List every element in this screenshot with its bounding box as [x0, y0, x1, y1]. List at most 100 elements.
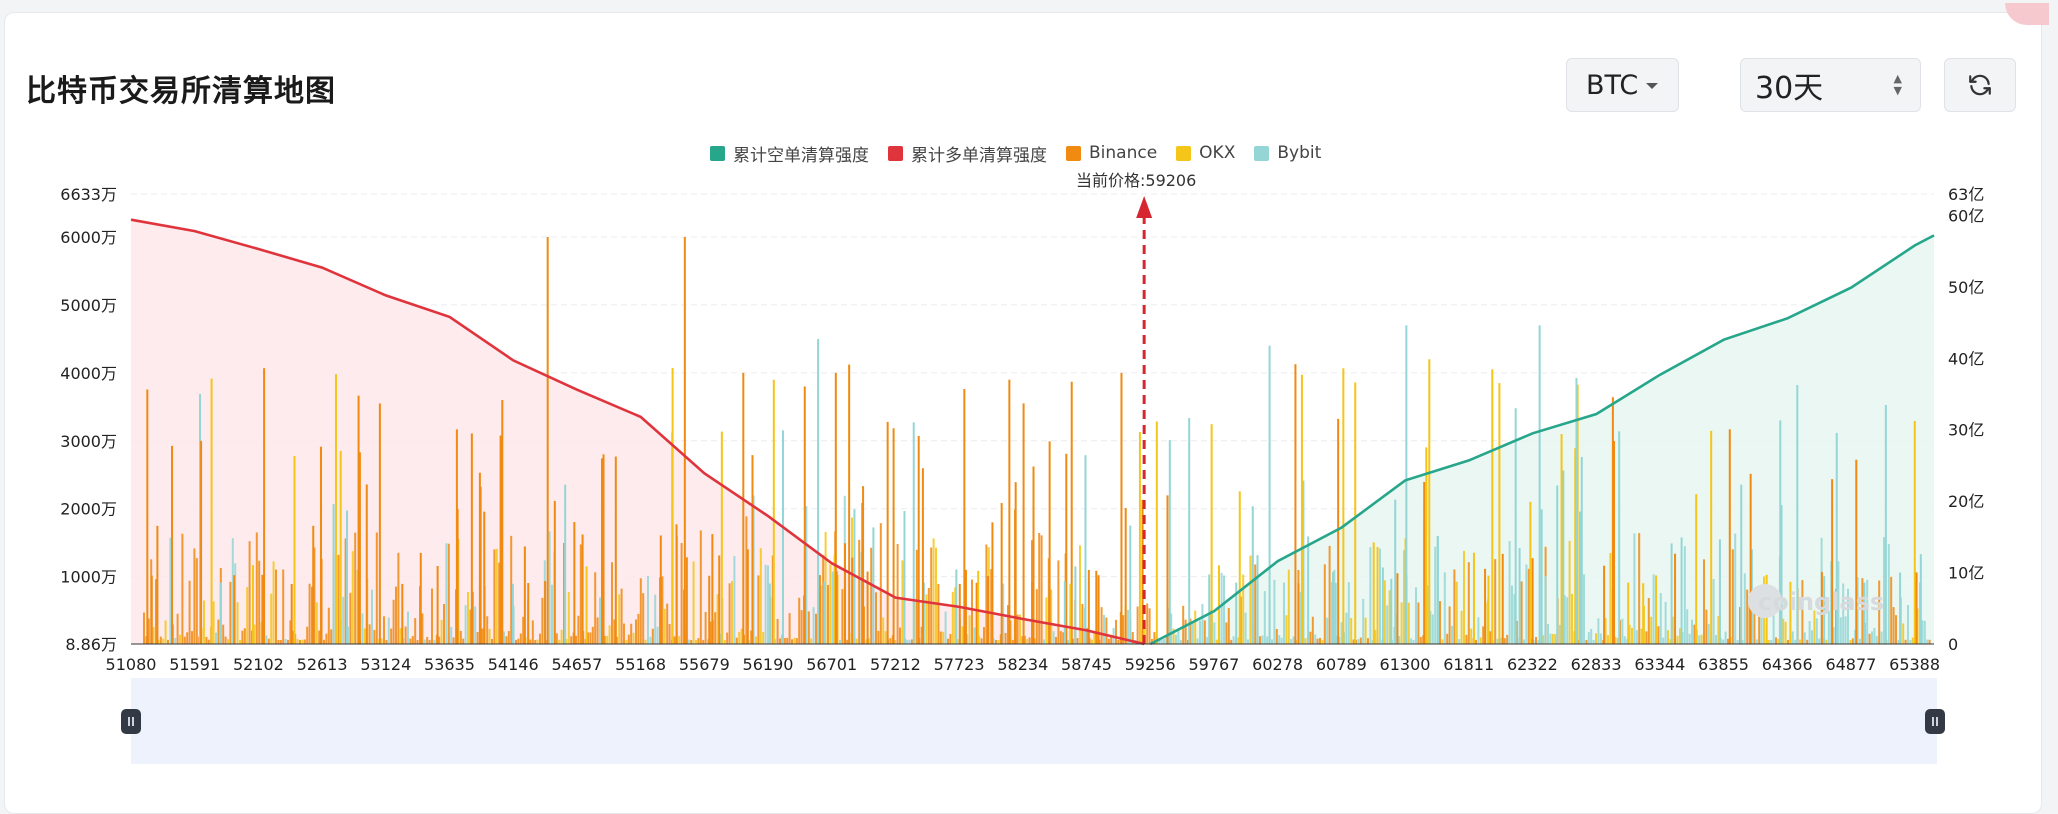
- liquidation-bar: [548, 531, 551, 644]
- liquidation-bar: [656, 626, 659, 644]
- liquidation-bar: [663, 608, 666, 644]
- liquidation-bar: [1398, 636, 1401, 644]
- liquidation-bar: [156, 525, 159, 644]
- liquidation-bar: [1913, 421, 1916, 644]
- liquidation-bar: [1904, 639, 1907, 644]
- liquidation-bar: [181, 533, 184, 644]
- liquidation-bar: [312, 525, 315, 644]
- liquidation-bar: [1376, 546, 1379, 644]
- x-tick-label: 59256: [1125, 655, 1176, 674]
- liquidation-bar: [265, 635, 268, 644]
- liquidation-bar: [1667, 630, 1669, 644]
- liquidation-bar: [1045, 597, 1048, 644]
- liquidation-bar: [1518, 547, 1521, 644]
- liquidation-bar: [1691, 619, 1693, 644]
- liquidation-bar: [932, 538, 935, 644]
- zoom-slider-track[interactable]: [131, 678, 1937, 764]
- liquidation-bar: [493, 549, 496, 644]
- liquidation-bar: [150, 575, 153, 644]
- liquidation-bar: [423, 639, 426, 644]
- current-price-arrow: [1136, 196, 1153, 218]
- liquidation-bar: [1217, 565, 1220, 644]
- liquidation-bar: [892, 428, 895, 644]
- liquidation-bar: [488, 628, 491, 644]
- liquidation-bar: [1703, 559, 1705, 644]
- liquidation-bar: [1873, 627, 1876, 644]
- liquidation-bar: [783, 637, 786, 644]
- liquidation-bar: [215, 632, 217, 644]
- liquidation-bar: [1191, 623, 1194, 644]
- liquidation-bar: [1184, 619, 1187, 644]
- liquidation-bar: [1662, 637, 1665, 644]
- liquidation-bar: [1031, 581, 1034, 644]
- liquidation-bar: [1911, 637, 1914, 644]
- liquidation-bar: [1700, 634, 1703, 644]
- liquidation-bar: [1396, 573, 1399, 644]
- liquidation-bar: [958, 583, 961, 644]
- liquidation-bar: [1501, 553, 1504, 644]
- liquidation-bar: [323, 639, 325, 644]
- liquidation-bar: [606, 635, 609, 644]
- liquidation-bar: [1547, 624, 1549, 644]
- liquidation-bar: [1439, 601, 1441, 644]
- liquidation-bar: [751, 455, 754, 644]
- liquidation-bar: [1124, 508, 1127, 644]
- y-right-tick-label: 50亿: [1948, 278, 1984, 297]
- x-tick-label: 63344: [1634, 655, 1685, 674]
- liquidation-bar: [1081, 603, 1084, 644]
- liquidation-bar: [951, 591, 954, 644]
- liquidation-bar: [1055, 636, 1057, 644]
- liquidation-bar: [236, 602, 239, 644]
- liquidation-bar: [1731, 549, 1734, 644]
- liquidation-bar: [1535, 636, 1537, 644]
- liquidation-bar: [1014, 482, 1017, 644]
- y-left-tick-label: 8.86万: [65, 635, 117, 654]
- liquidation-bar: [1511, 585, 1513, 644]
- x-tick-label: 58234: [997, 655, 1048, 674]
- liquidation-bar: [1275, 628, 1278, 644]
- liquidation-bar: [419, 552, 422, 644]
- liquidation-bar: [1599, 633, 1602, 644]
- liquidation-bar: [1138, 432, 1141, 644]
- liquidation-bar: [1472, 552, 1475, 644]
- liquidation-bar: [159, 636, 162, 644]
- liquidation-bar: [481, 628, 484, 644]
- liquidation-bar: [788, 613, 791, 644]
- liquidation-bar: [1100, 607, 1103, 644]
- zoom-handle-right[interactable]: [1925, 709, 1945, 734]
- liquidation-bar: [1506, 634, 1509, 644]
- liquidation-bar: [1784, 621, 1787, 644]
- liquidation-bar: [848, 364, 851, 644]
- liquidation-bar: [390, 628, 393, 644]
- liquidation-bar: [947, 638, 949, 644]
- liquidation-bar: [1115, 619, 1117, 644]
- zoom-handle-left[interactable]: [121, 709, 141, 734]
- liquidation-bar: [1683, 546, 1686, 644]
- liquidation-bar: [839, 639, 841, 644]
- liquidation-bar: [1592, 639, 1595, 644]
- x-tick-label: 54146: [488, 655, 539, 674]
- liquidation-bar: [1607, 635, 1609, 644]
- liquidation-bar: [303, 639, 306, 644]
- liquidation-bar: [1724, 631, 1727, 644]
- liquidation-bar: [1740, 484, 1743, 644]
- liquidation-bar: [1334, 582, 1337, 644]
- liquidation-bar: [1880, 631, 1883, 644]
- liquidation-bar: [1571, 593, 1573, 644]
- liquidation-bar: [585, 566, 588, 644]
- liquidation-bar: [1443, 572, 1446, 644]
- liquidation-bar: [555, 633, 558, 644]
- liquidation-bar: [1448, 606, 1451, 644]
- liquidation-bar: [217, 619, 220, 644]
- liquidation-bar: [1475, 639, 1477, 644]
- liquidation-bar: [858, 539, 861, 644]
- liquidation-bar: [1342, 368, 1345, 644]
- liquidation-bar: [823, 581, 826, 644]
- liquidation-bar: [1463, 550, 1465, 644]
- liquidation-bar: [1520, 581, 1523, 644]
- liquidation-bar: [1508, 540, 1511, 644]
- liquidation-bar: [1575, 378, 1578, 644]
- liquidation-bar: [1612, 441, 1615, 644]
- liquidation-bar: [961, 626, 964, 644]
- liquidation-bar: [1287, 569, 1290, 644]
